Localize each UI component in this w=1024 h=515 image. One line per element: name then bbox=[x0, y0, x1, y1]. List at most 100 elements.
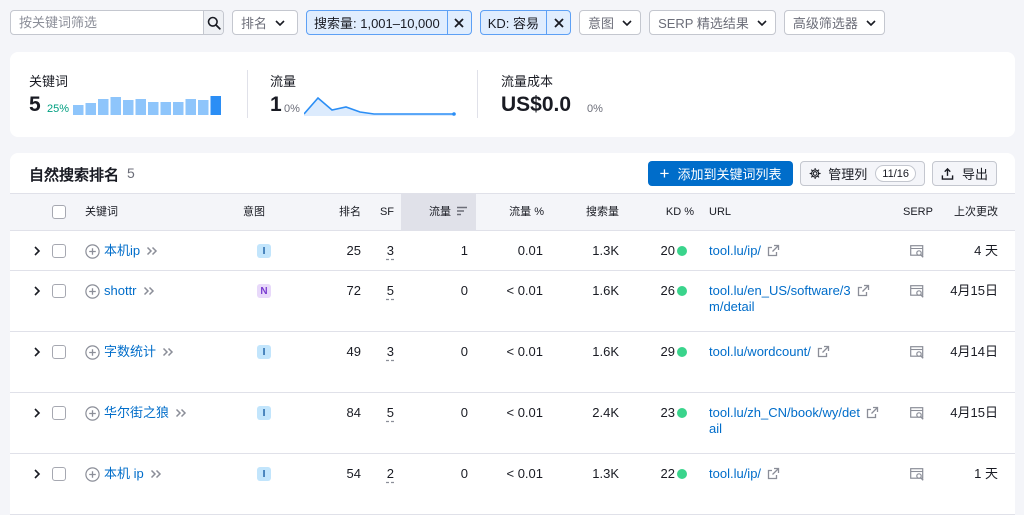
keyword-link[interactable]: 华尔街之狼 bbox=[104, 405, 169, 421]
expand-icon[interactable] bbox=[33, 286, 41, 296]
intent-badge: I bbox=[257, 467, 271, 481]
sf-link[interactable]: 3 bbox=[360, 344, 394, 360]
serp-snapshot-icon[interactable] bbox=[910, 346, 925, 359]
summary-card: 关键词 5 25% 流量 1 0% 流量成本 US$0.0 0% bbox=[10, 52, 1015, 137]
row-checkbox[interactable] bbox=[52, 345, 66, 359]
kd-difficulty-dot bbox=[677, 246, 687, 256]
keyword-filter-input[interactable] bbox=[11, 11, 203, 34]
header-sf[interactable]: SF bbox=[360, 194, 394, 230]
header-intent[interactable]: 意图 bbox=[243, 194, 265, 230]
serp-snapshot-icon[interactable] bbox=[910, 285, 925, 298]
select-all-checkbox[interactable] bbox=[52, 205, 66, 219]
row-checkbox[interactable] bbox=[52, 406, 66, 420]
url-link[interactable]: tool.lu/zh_CN/book/wy/detail bbox=[709, 405, 864, 437]
last-updated-value: 1 天 bbox=[974, 466, 998, 481]
expand-icon[interactable] bbox=[33, 469, 41, 479]
external-link-icon[interactable] bbox=[767, 244, 780, 257]
last-updated-value: 4月14日 bbox=[950, 344, 998, 359]
chevron-down-icon bbox=[757, 19, 767, 26]
keywords-metric-label: 关键词 bbox=[29, 74, 69, 89]
url-link[interactable]: tool.lu/ip/ bbox=[709, 243, 864, 259]
intent-dropdown[interactable]: 意图 bbox=[579, 10, 642, 35]
external-link-icon[interactable] bbox=[857, 284, 870, 297]
sort-icon[interactable] bbox=[456, 206, 468, 216]
double-chevron-icon[interactable] bbox=[162, 347, 174, 357]
external-link-icon[interactable] bbox=[767, 467, 780, 480]
double-chevron-icon[interactable] bbox=[146, 246, 158, 256]
chevron-down-icon bbox=[866, 19, 876, 26]
position-dropdown[interactable]: 排名 bbox=[232, 10, 298, 35]
keyword-link[interactable]: 字数统计 bbox=[104, 344, 156, 360]
double-chevron-icon[interactable] bbox=[150, 469, 162, 479]
row-checkbox[interactable] bbox=[52, 244, 66, 258]
traffic-cost-metric-value: US$0.0 bbox=[501, 93, 572, 116]
header-kd[interactable]: KD % bbox=[630, 194, 694, 230]
add-circle-icon[interactable] bbox=[85, 406, 100, 421]
search-button[interactable] bbox=[203, 11, 223, 34]
traffic-pct-value: 0.01 bbox=[517, 243, 543, 258]
traffic-cost-metric-change: 0% bbox=[587, 103, 603, 115]
expand-icon[interactable] bbox=[33, 408, 41, 418]
traffic-cost-metric: 流量成本 US$0.0 0% bbox=[501, 52, 701, 137]
keyword-link[interactable]: 本机ip bbox=[104, 243, 140, 259]
serp-features-dropdown-label: SERP 精选结果 bbox=[658, 16, 749, 31]
add-circle-icon[interactable] bbox=[85, 284, 100, 299]
table-row: 本机ip I 25 3 1 0.01 1.3K 20 tool.lu/ip/4 天 bbox=[10, 231, 1015, 271]
add-circle-icon[interactable] bbox=[85, 467, 100, 482]
manage-columns-button[interactable]: 管理列 11/16 bbox=[800, 161, 925, 186]
header-traffic-pct[interactable]: 流量 % bbox=[480, 194, 544, 230]
serp-snapshot-icon[interactable] bbox=[910, 468, 925, 481]
add-to-keyword-list-button[interactable]: + 添加到关键词列表 bbox=[648, 161, 793, 186]
organic-positions-table: 自然搜索排名 5 + 添加到关键词列表 管理列 11/16 导出 关键词 意图 … bbox=[10, 153, 1015, 515]
keyword-link[interactable]: 本机 ip bbox=[104, 466, 144, 482]
header-keyword[interactable]: 关键词 bbox=[85, 194, 118, 230]
table-row: 字数统计 I 49 3 0 < 0.01 1.6K 29 tool.lu/wordcount/4… bbox=[10, 332, 1015, 393]
serp-snapshot-icon[interactable] bbox=[910, 245, 925, 258]
table-header: 关键词 意图 排名 SF 流量 流量 % 搜索量 KD % URL SERP 上… bbox=[10, 193, 1015, 231]
header-volume[interactable]: 搜索量 bbox=[550, 194, 619, 230]
chevron-down-icon bbox=[622, 19, 632, 26]
close-icon bbox=[454, 17, 464, 28]
intent-dropdown-label: 意图 bbox=[588, 16, 615, 31]
external-link-icon[interactable] bbox=[866, 406, 879, 419]
double-chevron-icon[interactable] bbox=[175, 408, 187, 418]
add-circle-icon[interactable] bbox=[85, 345, 100, 360]
remove-volume-filter-button[interactable] bbox=[446, 11, 471, 34]
external-link-icon[interactable] bbox=[817, 345, 830, 358]
traffic-cost-metric-label: 流量成本 bbox=[501, 74, 554, 89]
volume-filter-chip[interactable]: 搜索量: 1,001–10,000 bbox=[306, 10, 472, 35]
url-link[interactable]: tool.lu/en_US/software/3m/detail bbox=[709, 283, 864, 315]
header-traffic[interactable]: 流量 bbox=[405, 194, 451, 230]
traffic-metric: 流量 1 0% bbox=[270, 52, 470, 137]
sparkline-bar bbox=[148, 102, 159, 115]
serp-features-dropdown[interactable]: SERP 精选结果 bbox=[649, 10, 776, 35]
add-circle-icon[interactable] bbox=[85, 244, 100, 259]
row-checkbox[interactable] bbox=[52, 467, 66, 481]
expand-icon[interactable] bbox=[33, 347, 41, 357]
remove-kd-filter-button[interactable] bbox=[546, 11, 570, 34]
sf-link[interactable]: 2 bbox=[360, 466, 394, 482]
serp-snapshot-icon[interactable] bbox=[910, 407, 925, 420]
traffic-value: 0 bbox=[460, 466, 468, 481]
double-chevron-icon[interactable] bbox=[143, 286, 155, 296]
header-position[interactable]: 排名 bbox=[310, 194, 361, 230]
url-link[interactable]: tool.lu/wordcount/ bbox=[709, 344, 864, 360]
upload-icon bbox=[941, 167, 954, 180]
sf-link[interactable]: 5 bbox=[360, 283, 394, 299]
position-value: 25 bbox=[346, 243, 361, 258]
manage-columns-label: 管理列 bbox=[828, 167, 868, 182]
sf-link[interactable]: 5 bbox=[360, 405, 394, 421]
row-checkbox[interactable] bbox=[52, 284, 66, 298]
intent-badge: I bbox=[257, 406, 271, 420]
expand-icon[interactable] bbox=[33, 246, 41, 256]
header-updated[interactable]: 上次更改 bbox=[940, 194, 998, 230]
export-button[interactable]: 导出 bbox=[932, 161, 997, 186]
keyword-link[interactable]: shottr bbox=[104, 283, 137, 299]
sf-link[interactable]: 3 bbox=[360, 243, 394, 259]
advanced-filters-dropdown[interactable]: 高级筛选器 bbox=[783, 10, 885, 35]
url-link[interactable]: tool.lu/ip/ bbox=[709, 466, 864, 482]
kd-filter-chip[interactable]: KD: 容易 bbox=[479, 10, 572, 35]
divider bbox=[247, 70, 248, 118]
table-title: 自然搜索排名 bbox=[29, 167, 120, 184]
kd-difficulty-dot bbox=[677, 347, 687, 357]
